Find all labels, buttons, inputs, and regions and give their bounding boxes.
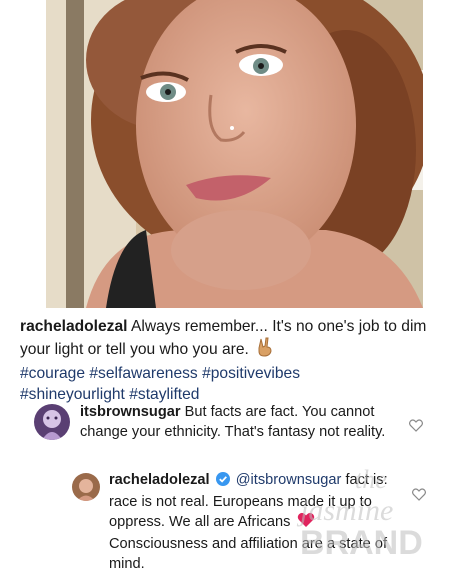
avatar[interactable]: [72, 473, 100, 501]
comment-username[interactable]: racheladolezal: [109, 472, 210, 488]
comment-text-block: itsbrownsugar But facts are fact. You ca…: [80, 402, 400, 442]
peace-hand-emoji-icon: [256, 337, 274, 363]
like-comment-heart-icon[interactable]: [409, 419, 423, 437]
hashtag-link[interactable]: #shineyourlight: [20, 386, 125, 403]
hashtag-link[interactable]: #staylifted: [129, 386, 199, 403]
post-caption: racheladolezal Always remember... It's n…: [20, 316, 440, 405]
comment-username[interactable]: itsbrownsugar: [80, 404, 181, 420]
red-heart-emoji-icon: [297, 512, 315, 534]
mention-link[interactable]: @itsbrownsugar: [236, 472, 342, 488]
comment-item: racheladolezal @itsbrownsugar fact is: r…: [72, 470, 442, 574]
comment-text-block: racheladolezal @itsbrownsugar fact is: r…: [109, 470, 409, 574]
hashtag-link[interactable]: #positivevibes: [202, 365, 300, 382]
verified-badge-icon: [215, 472, 230, 492]
caption-username[interactable]: racheladolezal: [20, 318, 127, 335]
comment-item: itsbrownsugar But facts are fact. You ca…: [34, 402, 434, 442]
post-photo: [46, 0, 423, 308]
comment-text-continued: Consciousness and affiliation are a stat…: [109, 536, 387, 572]
like-comment-heart-icon[interactable]: [412, 488, 426, 506]
hashtag-link[interactable]: #selfawareness: [89, 365, 197, 382]
avatar[interactable]: [34, 404, 70, 440]
hashtag-link[interactable]: #courage: [20, 365, 85, 382]
